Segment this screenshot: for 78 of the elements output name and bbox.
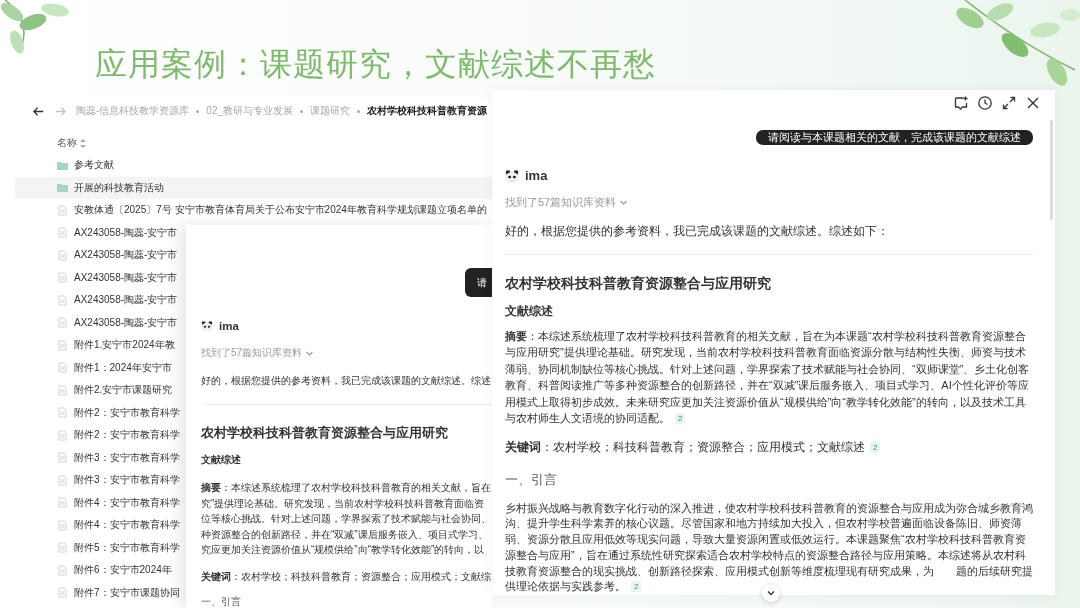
file-name[interactable]: AX243058-陶蕊-安宁市 [74, 225, 178, 240]
speech-bubble-button[interactable] [953, 95, 969, 111]
slide-title: 应用案例：课题研究，文献综述不再愁 [95, 45, 656, 84]
file-name[interactable]: 附件5：安宁市教育科学 [74, 540, 180, 555]
section-heading: 一、引言 [505, 472, 558, 489]
review-heading: 农村学校科技科普教育资源整合与应用研究 [201, 425, 449, 441]
abstract-line: 种资源整合的创新路径，并在“双减”课后服务嵌入、项目式学习、 [201, 527, 489, 542]
keywords-text: 关键词：农村学校；科技科普教育；资源整合；应用模式；文献综 [201, 569, 492, 584]
file-name[interactable]: 安教体通〔2025〕7号 安宁市教育体育局关于公布安宁市2024年教育科学规划课题立项名单的 [74, 203, 487, 218]
file-name[interactable]: 参考文献 [74, 158, 114, 173]
document-icon [57, 497, 68, 509]
file-name[interactable]: 附件4：安宁市教育科学 [74, 518, 180, 533]
file-name[interactable]: 附件6：安宁市2024年 [74, 563, 172, 578]
breadcrumb-item[interactable]: 农村学校科技科普教育资源 [367, 104, 488, 118]
file-name[interactable]: AX243058-陶蕊-安宁市 [74, 315, 178, 330]
folder-icon [57, 159, 68, 171]
section-heading: 一、引言 [201, 596, 242, 607]
abstract-line: 究应更加关注资源价值从“规模供给”向“教学转化效能”的转向，以 [201, 543, 486, 557]
document-icon [57, 519, 68, 531]
close-icon [1025, 95, 1041, 111]
document-icon [57, 362, 68, 374]
close-button[interactable] [1025, 95, 1041, 111]
file-name[interactable]: 附件2：安宁市教育科学 [74, 405, 180, 420]
assistant-name: ima [219, 320, 239, 332]
document-icon [57, 249, 68, 261]
file-row-highlight[interactable]: 开展的科技教育活动 [15, 176, 492, 199]
abstract-line: 位等核心挑战。针对上述问题，学界探索了技术赋能与社会协同、 [201, 512, 492, 526]
logo-icon [505, 169, 519, 182]
column-header[interactable]: 名称 [57, 136, 77, 150]
expand-icon [1001, 95, 1017, 111]
document-icon [57, 429, 68, 441]
abstract-line: 究”提供理论基础。研究发现，当前农村学校科技科普教育面临资 [201, 496, 486, 511]
document-icon [57, 474, 68, 486]
review-subheading: 文献综述 [201, 453, 242, 467]
document-icon [57, 452, 68, 464]
keywords-text: 关键词：农村学校；科技科普教育；资源整合；应用模式；文献综述 2 [505, 438, 1033, 456]
clock-button[interactable] [977, 95, 993, 111]
folder-icon [57, 182, 68, 194]
logo-icon [201, 321, 213, 331]
document-icon [57, 272, 68, 284]
reply-text: 好的，根据您提供的参考资料，我已完成该课题的文献综述。综述 [201, 374, 492, 388]
abstract-line: 摘要：本综述系统梳理了农村学校科技科普教育的相关文献，旨在 [201, 481, 492, 495]
review-heading: 农村学校科技科普教育资源整合与应用研究 [505, 274, 772, 293]
file-name[interactable]: 附件2.安宁市课题研究 [74, 383, 173, 398]
scrollbar[interactable] [1050, 120, 1053, 220]
reply-text: 好的，根据您提供的参考资料，我已完成该课题的文献综述。综述如下： [505, 223, 890, 240]
abstract-text: 摘要：本综述系统梳理了农村学校科技科普教育的相关文献，旨在为本课题“农村学校科技科普教育资源整合与应用研究”提供理论基础。研究发现，当前农村学校科技科普教育面临资源分散与结构性失衡、师资与技术薄弱、协同机制缺位等核心挑战。针对上述问题，学界探索了技术赋能与社会协同、“双师课堂”、乡土化创客教育、科普阅读推广等多种资源整合的创新路径，并在“双减”课后服务嵌入、项目式学习、AI个性化评价等应用模式上取得初步成效。未来研究应更加关注资源价值从“规模供给”向“教学转化效能”的转向，以及技术工具与农村师生人文语境的协同适配。 2 [505, 328, 1031, 427]
review-subheading: 文献综述 [505, 302, 554, 319]
chevron-down-icon [766, 588, 776, 598]
expand-button[interactable] [1001, 95, 1017, 111]
file-name[interactable]: AX243058-陶蕊-安宁市 [74, 293, 178, 308]
scroll-down-button[interactable] [762, 584, 780, 602]
file-name[interactable]: 附件1.安宁市2024年教 [74, 338, 175, 353]
document-icon [57, 542, 68, 554]
document-icon [57, 294, 68, 306]
paragraph-text: 乡村振兴战略与教育数字化行动的深入推进，使农村学校科技科普教育的资源整合与应用成为弥合城乡教育鸿沟、提升学生科学素养的核心议题。尽管国家和地方持续加大投入，但农村学校普遍面临设备陈旧、师资薄弱、资源分散且应用低效等现实问题，导致大量资源闲置或低效运行。本课题聚焦“农村学校科技科普教育资源整合与应用”，旨在通过系统性研究探索适合农村学校特点的资源整合路径与应用策略。本综述将从农村科技教育资源整合的现实挑战、创新路径探索、应用模式创新等维度梳理现有研究成果，为 题的后续研究提供理论依据与实践参考。 2 [505, 500, 1033, 595]
document-icon [57, 384, 68, 396]
user-message: 请 [465, 268, 492, 297]
document-icon [57, 564, 68, 576]
document-icon [57, 227, 68, 239]
document-icon [57, 407, 68, 419]
assistant-name: ima [525, 168, 548, 184]
speech-bubble-icon [953, 95, 969, 111]
file-name[interactable]: 附件7：安宁市课题协同 [74, 585, 180, 600]
file-name[interactable]: AX243058-陶蕊-安宁市 [74, 248, 178, 263]
file-name[interactable]: 附件1：2024年安宁市 [74, 360, 172, 375]
document-icon [57, 204, 68, 216]
clock-icon [977, 95, 993, 111]
file-name[interactable]: 附件3：安宁市教育科学 [74, 450, 180, 465]
document-icon [57, 317, 68, 329]
file-name[interactable]: 附件2：安宁市教育科学 [74, 428, 180, 443]
document-icon [57, 587, 68, 599]
user-message: 请阅读与本课题相关的文献，完成该课题的文献综述 [756, 130, 1033, 146]
file-name[interactable]: 开展的科技教育活动 [74, 180, 164, 195]
file-name[interactable]: AX243058-陶蕊-安宁市 [74, 270, 178, 285]
file-name[interactable]: 附件3：安宁市教育科学 [74, 473, 180, 488]
document-icon [57, 339, 68, 351]
file-name[interactable]: 附件4：安宁市教育科学 [74, 495, 180, 510]
